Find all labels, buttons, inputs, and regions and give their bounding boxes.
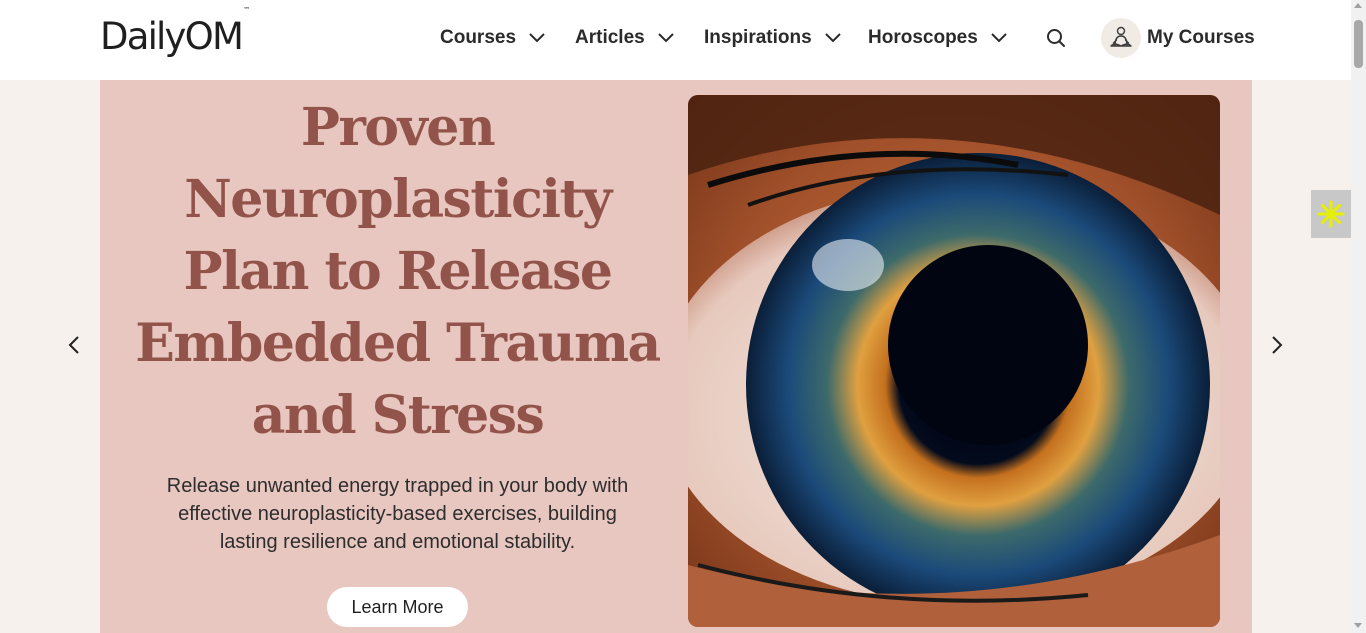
scroll-up-arrow[interactable] <box>1354 3 1362 8</box>
hero-subtitle: Release unwanted energy trapped in your … <box>140 472 655 556</box>
nav-horoscopes-label: Horoscopes <box>868 27 978 48</box>
hero-title: Proven Neuroplasticity Plan to Release E… <box>120 92 675 452</box>
nav-courses[interactable]: Courses <box>440 26 546 50</box>
hero-title-line: Embedded Trauma <box>135 313 661 374</box>
accessibility-burst-icon <box>1317 200 1345 228</box>
scroll-thumb[interactable] <box>1354 20 1363 68</box>
chevron-left-icon[interactable] <box>63 333 87 357</box>
hero-subtitle-line: Release unwanted energy trapped in your … <box>166 475 629 497</box>
nav-articles[interactable]: Articles <box>575 26 675 50</box>
avatar <box>1101 18 1141 58</box>
accessibility-widget-button[interactable] <box>1311 190 1351 238</box>
hero-title-line: Proven <box>300 97 496 158</box>
page-scrollbar[interactable] <box>1351 0 1366 633</box>
chevron-down-icon <box>657 33 674 43</box>
nav-courses-label: Courses <box>440 27 517 48</box>
hero-title-line: Plan to Release <box>183 241 613 302</box>
hero-subtitle-line: effective neuroplasticity-based exercise… <box>178 503 617 525</box>
logo-trademark: ™ <box>243 5 251 14</box>
chevron-down-icon <box>991 33 1007 43</box>
chevron-down-icon <box>529 33 545 43</box>
hero-subtitle-line: lasting resilience and emotional stabili… <box>219 531 576 553</box>
eye-closeup-image[interactable] <box>688 95 1220 627</box>
hero-title-line: and Stress <box>251 385 545 446</box>
hero-slide: Proven Neuroplasticity Plan to Release E… <box>100 80 1252 633</box>
nav-horoscopes[interactable]: Horoscopes <box>868 26 1008 50</box>
hero-title-line: Neuroplasticity <box>184 169 612 230</box>
search-icon[interactable] <box>1044 26 1068 50</box>
meditation-person-icon <box>1110 26 1132 47</box>
my-courses-button[interactable]: My Courses <box>1101 17 1255 59</box>
dailyom-logo[interactable]: DailyOM™ <box>100 6 250 58</box>
nav-inspirations[interactable]: Inspirations <box>704 26 842 50</box>
nav-articles-label: Articles <box>575 27 645 48</box>
nav-inspirations-label: Inspirations <box>704 27 812 48</box>
site-header: DailyOM™ Courses Articles Inspirations H… <box>0 0 1351 80</box>
scroll-down-arrow[interactable] <box>1354 623 1362 628</box>
chevron-down-icon <box>824 33 841 43</box>
my-courses-label: My Courses <box>1147 27 1255 48</box>
chevron-right-icon[interactable] <box>1264 333 1288 357</box>
learn-more-button[interactable]: Learn More <box>327 587 468 627</box>
logo-text: DailyOM <box>100 15 244 58</box>
